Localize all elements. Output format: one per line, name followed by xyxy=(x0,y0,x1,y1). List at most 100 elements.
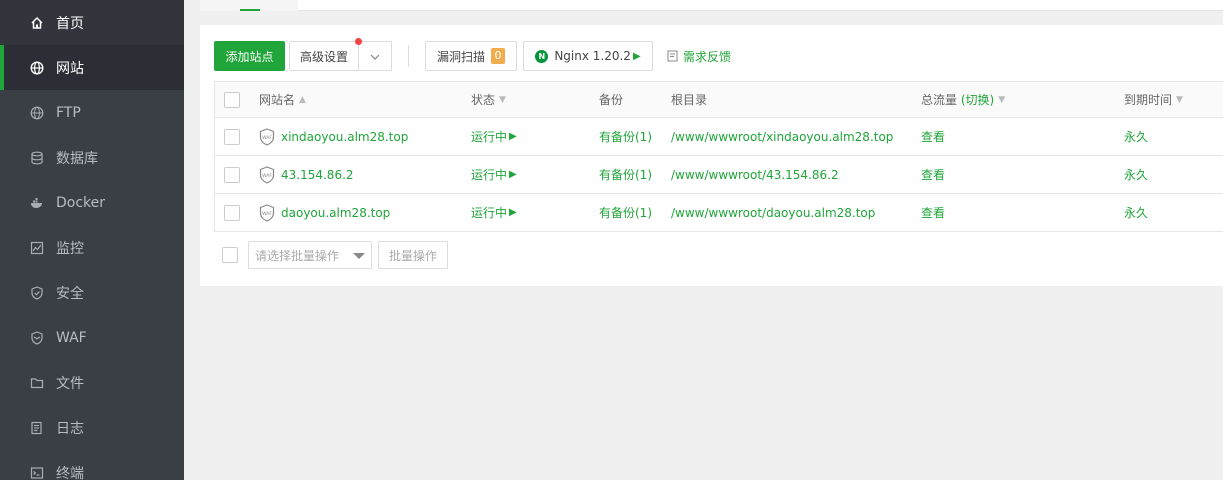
row-checkbox-cell xyxy=(224,118,240,155)
select-all-checkbox[interactable] xyxy=(224,91,240,108)
header-expire[interactable]: 到期时间 ▼ xyxy=(1124,82,1183,117)
header-backup: 备份 xyxy=(599,82,623,117)
play-icon: ▶ xyxy=(509,131,517,142)
shield-check-icon xyxy=(30,285,44,300)
batch-operation-select[interactable]: 请选择批量操作 xyxy=(248,241,372,269)
backup-link[interactable]: 有备份(1) xyxy=(599,194,652,231)
sidebar-item-monitor[interactable]: 监控 xyxy=(0,225,184,270)
folder-icon xyxy=(30,376,44,390)
site-name-link[interactable]: xindaoyou.alm28.top xyxy=(281,130,408,144)
expire-link[interactable]: 永久 xyxy=(1124,194,1148,231)
sidebar-item-docker[interactable]: Docker xyxy=(0,180,184,225)
header-name-label: 网站名 xyxy=(259,93,296,107)
vuln-scan-label: 漏洞扫描 xyxy=(436,49,485,64)
nginx-button[interactable]: N Nginx 1.20.2 ▶ xyxy=(523,41,653,71)
waf-shield-icon[interactable]: WAF xyxy=(259,127,275,146)
expire-link[interactable]: 永久 xyxy=(1124,156,1148,193)
sidebar-item-terminal[interactable]: 终端 xyxy=(0,450,184,480)
site-name-cell: WAF xindaoyou.alm28.top xyxy=(259,118,408,155)
site-table: 网站名 ▲ 状态 ▼ 备份 根目录 总流量 (切换) ▼ 到期时间 ▼ WAF xind… xyxy=(214,81,1223,232)
svg-text:WAF: WAF xyxy=(262,211,272,217)
root-path-link[interactable]: /www/wwwroot/43.154.86.2 xyxy=(671,156,839,193)
sidebar-item-label: 网站 xyxy=(56,60,84,77)
waf-shield-icon[interactable]: WAF xyxy=(259,203,275,222)
terminal-icon xyxy=(30,466,44,480)
sidebar: 首页 网站 FTP 数据库 Docker 监控 安全 WAF 文件 日志 终端 xyxy=(0,0,184,480)
sidebar-item-logs[interactable]: 日志 xyxy=(0,405,184,450)
sidebar-item-waf[interactable]: WAF xyxy=(0,315,184,360)
log-icon xyxy=(30,421,44,435)
site-name-cell: WAF 43.154.86.2 xyxy=(259,156,354,193)
batch-select-placeholder: 请选择批量操作 xyxy=(255,248,340,263)
sidebar-item-home[interactable]: 首页 xyxy=(0,0,184,45)
sidebar-item-database[interactable]: 数据库 xyxy=(0,135,184,180)
sidebar-item-label: 安全 xyxy=(56,285,84,302)
status-label: 运行中 xyxy=(471,168,508,182)
site-panel: 添加站点 高级设置 漏洞扫描 0 N Nginx 1.20.2 ▶ 需求反馈 网… xyxy=(200,25,1223,286)
home-icon xyxy=(30,16,44,30)
play-icon: ▶ xyxy=(509,207,517,218)
sidebar-item-label: 日志 xyxy=(56,420,84,437)
header-status[interactable]: 状态 ▼ xyxy=(471,82,506,117)
sidebar-item-label: 数据库 xyxy=(56,150,98,167)
sidebar-item-security[interactable]: 安全 xyxy=(0,270,184,315)
advanced-settings-label: 高级设置 xyxy=(300,49,349,64)
header-expire-label: 到期时间 xyxy=(1124,93,1173,107)
header-name[interactable]: 网站名 ▲ xyxy=(259,82,306,117)
chevron-down-icon xyxy=(370,49,380,63)
select-all-checkbox-cell xyxy=(224,82,240,117)
sort-desc-icon: ▼ xyxy=(499,94,506,105)
traffic-view-link[interactable]: 查看 xyxy=(921,118,945,155)
advanced-settings-button[interactable]: 高级设置 xyxy=(289,38,362,71)
batch-select-checkbox[interactable] xyxy=(222,247,238,263)
scan-count-badge: 0 xyxy=(491,48,505,64)
root-path-link[interactable]: /www/wwwroot/xindaoyou.alm28.top xyxy=(671,118,893,155)
sidebar-item-website[interactable]: 网站 xyxy=(0,45,184,90)
sidebar-item-files[interactable]: 文件 xyxy=(0,360,184,405)
status-toggle[interactable]: 运行中 ▶ xyxy=(471,194,517,231)
tab-active-indicator xyxy=(240,9,260,11)
toolbar-divider xyxy=(408,45,409,67)
table-header: 网站名 ▲ 状态 ▼ 备份 根目录 总流量 (切换) ▼ 到期时间 ▼ xyxy=(215,82,1223,118)
root-path-link[interactable]: /www/wwwroot/daoyou.alm28.top xyxy=(671,194,875,231)
header-root-label: 根目录 xyxy=(671,93,708,107)
tab-active[interactable] xyxy=(200,0,298,11)
edit-icon xyxy=(667,50,679,62)
waf-shield-icon[interactable]: WAF xyxy=(259,165,275,184)
row-checkbox[interactable] xyxy=(224,166,240,183)
site-name-link[interactable]: daoyou.alm28.top xyxy=(281,206,390,220)
toolbar: 添加站点 高级设置 漏洞扫描 0 N Nginx 1.20.2 ▶ 需求反馈 xyxy=(214,38,731,71)
sidebar-item-ftp[interactable]: FTP xyxy=(0,90,184,135)
header-traffic[interactable]: 总流量 (切换) ▼ xyxy=(921,82,1005,117)
caret-down-icon xyxy=(353,253,365,259)
feedback-link[interactable]: 需求反馈 xyxy=(667,48,731,65)
expire-link[interactable]: 永久 xyxy=(1124,118,1148,155)
backup-link[interactable]: 有备份(1) xyxy=(599,156,652,193)
advanced-dropdown-button[interactable] xyxy=(359,41,392,71)
sidebar-item-label: 首页 xyxy=(56,15,84,32)
sidebar-item-label: 文件 xyxy=(56,375,84,392)
traffic-view-link[interactable]: 查看 xyxy=(921,194,945,231)
row-checkbox[interactable] xyxy=(224,204,240,221)
row-checkbox[interactable] xyxy=(224,128,240,145)
traffic-switch-link[interactable]: (切换) xyxy=(961,91,994,108)
batch-operation-button[interactable]: 批量操作 xyxy=(378,241,448,269)
backup-link[interactable]: 有备份(1) xyxy=(599,118,652,155)
docker-icon xyxy=(30,196,44,210)
status-toggle[interactable]: 运行中 ▶ xyxy=(471,156,517,193)
monitor-icon xyxy=(30,241,44,255)
header-traffic-label: 总流量 xyxy=(921,93,958,107)
globe-icon xyxy=(30,106,44,120)
site-name-link[interactable]: 43.154.86.2 xyxy=(281,168,354,182)
status-toggle[interactable]: 运行中 ▶ xyxy=(471,118,517,155)
vuln-scan-button[interactable]: 漏洞扫描 0 xyxy=(425,41,517,71)
batch-operations: 请选择批量操作 批量操作 xyxy=(222,241,448,269)
play-icon: ▶ xyxy=(632,50,641,62)
add-site-button[interactable]: 添加站点 xyxy=(214,41,285,71)
nginx-version: Nginx 1.20.2 xyxy=(554,49,631,63)
svg-text:WAF: WAF xyxy=(262,135,272,141)
header-status-label: 状态 xyxy=(471,93,496,107)
row-checkbox-cell xyxy=(224,156,240,193)
sidebar-item-label: 终端 xyxy=(56,465,84,480)
traffic-view-link[interactable]: 查看 xyxy=(921,156,945,193)
